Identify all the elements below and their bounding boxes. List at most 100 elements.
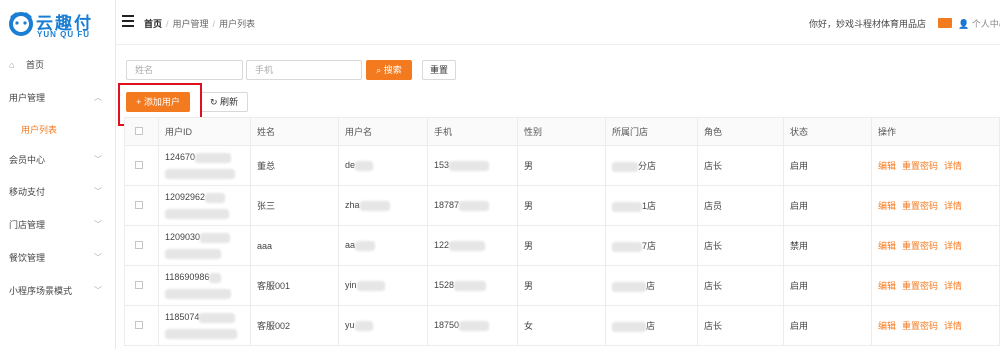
phone-cell: 18787 [427,185,518,226]
gender-cell: 男 [517,185,606,226]
username-cell: aa [338,225,428,266]
sidebar: 云趣付 YUN QU FU ⌂ 首页 用户管理 ︿ 用户列表 会员中心 ﹀ 移动支… [0,0,116,349]
status-cell: 启用 [783,145,872,186]
reset-password-link[interactable]: 重置密码 [902,321,938,331]
uid-cell: 1209030 [158,225,251,266]
reset-password-link[interactable]: 重置密码 [902,281,938,291]
role-cell: 店长 [697,265,784,306]
table-row: 124670 董总 de 153 男 分店 店长 启用 编辑 重置密码 详情 [124,145,1000,186]
store-cell: 店 [605,305,698,346]
ops-cell: 编辑 重置密码 详情 [871,305,1000,346]
store-cell: 1店 [605,185,698,226]
status-cell: 禁用 [783,225,872,266]
table-row: 12092962 张三 zha 18787 男 1店 店员 启用 编辑 重置密码详… [124,185,1000,226]
reset-password-link[interactable]: 重置密码 [902,161,938,171]
store-cell: 店 [605,265,698,306]
ops-cell: 编辑 重置密码 详情 [871,225,1000,266]
gender-cell: 男 [517,265,606,306]
row-checkbox[interactable] [124,145,159,186]
reset-password-link[interactable]: 重置密码 [902,241,938,251]
row-checkbox[interactable] [124,305,159,346]
sidebar-item-user-list[interactable]: 用户列表 [0,120,116,140]
search-button[interactable]: ⌕ 搜索 [366,60,412,80]
edit-link[interactable]: 编辑 [878,161,896,171]
sidebar-item-store-management[interactable]: 门店管理 ﹀ [0,215,116,235]
edit-link[interactable]: 编辑 [878,241,896,251]
logo-icon [9,12,33,36]
chevron-down-icon: ﹀ [94,187,102,196]
role-cell: 店长 [697,145,784,186]
detail-link[interactable]: 详情 [944,281,962,291]
brand-name-en: YUN QU FU [37,30,90,39]
column-header: 角色 [697,117,784,146]
phone-cell: 1528 [427,265,518,306]
gender-cell: 男 [517,225,606,266]
select-all-checkbox[interactable] [124,117,159,146]
detail-link[interactable]: 详情 [944,241,962,251]
home-icon: ⌂ [9,60,15,70]
sidebar-item-label: 首页 [26,60,45,70]
table-row: 1209030 aaa aa 122 男 7店 店长 禁用 编辑 重置密码 详情 [124,225,1000,266]
reset-password-link[interactable]: 重置密码 [902,201,938,211]
table-row: 1185074 客服002 yu 18750 女 店 店长 启用 编辑 重置密码详… [124,305,1000,346]
sidebar-item-catering[interactable]: 餐饮管理 ﹀ [0,248,116,268]
name-search-input[interactable] [126,60,243,80]
breadcrumb-home[interactable]: 首页 [144,19,162,29]
role-cell: 店长 [697,305,784,346]
menu-icon[interactable] [122,15,134,27]
logo: 云趣付 YUN QU FU [6,7,114,41]
edit-link[interactable]: 编辑 [878,201,896,211]
table-row: 118690986 客服001 yin 1528 男 店 店长 启用 编辑 重置密… [124,265,1000,306]
status-cell: 启用 [783,185,872,226]
name-cell: 客服001 [250,265,339,306]
row-checkbox[interactable] [124,185,159,226]
reset-button[interactable]: 重置 [422,60,456,80]
chevron-down-icon: ﹀ [94,155,102,164]
name-cell: 董总 [250,145,339,186]
chevron-down-icon: ﹀ [94,286,102,295]
sidebar-item-mobile-pay[interactable]: 移动支付 ﹀ [0,182,116,202]
user-icon: 👤 [958,19,972,29]
status-cell: 启用 [783,265,872,306]
sidebar-item-label: 门店管理 [9,220,46,230]
detail-link[interactable]: 详情 [944,321,962,331]
user-table: 用户ID 姓名 用户名 手机 性别 所属门店 角色 状态 操作 124670 董… [124,117,1000,346]
column-header: 手机 [427,117,518,146]
username-cell: zha [338,185,428,226]
ops-cell: 编辑 重置密码 详情 [871,185,1000,226]
column-header: 所属门店 [605,117,698,146]
ops-cell: 编辑 重置密码 详情 [871,145,1000,186]
phone-cell: 18750 [427,305,518,346]
mail-icon[interactable] [938,18,952,28]
sidebar-item-mini-program[interactable]: 小程序场景模式 ﹀ [0,281,116,301]
chevron-down-icon: ﹀ [94,220,102,229]
chevron-up-icon: ︿ [94,93,102,102]
sidebar-item-label: 小程序场景模式 [9,286,73,296]
search-icon: ⌕ [376,65,384,75]
sidebar-item-label: 会员中心 [9,155,46,165]
username-cell: yu [338,305,428,346]
phone-cell: 122 [427,225,518,266]
user-menu[interactable]: 👤 个人中心 [958,17,1000,30]
sidebar-item-user-management[interactable]: 用户管理 ︿ [0,88,116,108]
row-checkbox[interactable] [124,225,159,266]
refresh-button[interactable]: ↻ 刷新 [200,92,248,112]
store-cell: 7店 [605,225,698,266]
username-cell: yin [338,265,428,306]
breadcrumb-user-list: 用户列表 [219,19,256,29]
column-header: 姓名 [250,117,339,146]
detail-link[interactable]: 详情 [944,161,962,171]
detail-link[interactable]: 详情 [944,201,962,211]
breadcrumb-user-management[interactable]: 用户管理 [173,19,209,29]
name-cell: 张三 [250,185,339,226]
role-cell: 店员 [697,185,784,226]
row-checkbox[interactable] [124,265,159,306]
refresh-label: 刷新 [220,97,239,107]
phone-search-input[interactable] [246,60,362,80]
sidebar-item-home[interactable]: ⌂ 首页 [0,55,116,75]
greeting: 你好，妙戏斗程材体育用品店 [809,19,927,29]
sidebar-item-member-center[interactable]: 会员中心 ﹀ [0,150,116,170]
column-header: 用户ID [158,117,251,146]
edit-link[interactable]: 编辑 [878,321,896,331]
edit-link[interactable]: 编辑 [878,281,896,291]
